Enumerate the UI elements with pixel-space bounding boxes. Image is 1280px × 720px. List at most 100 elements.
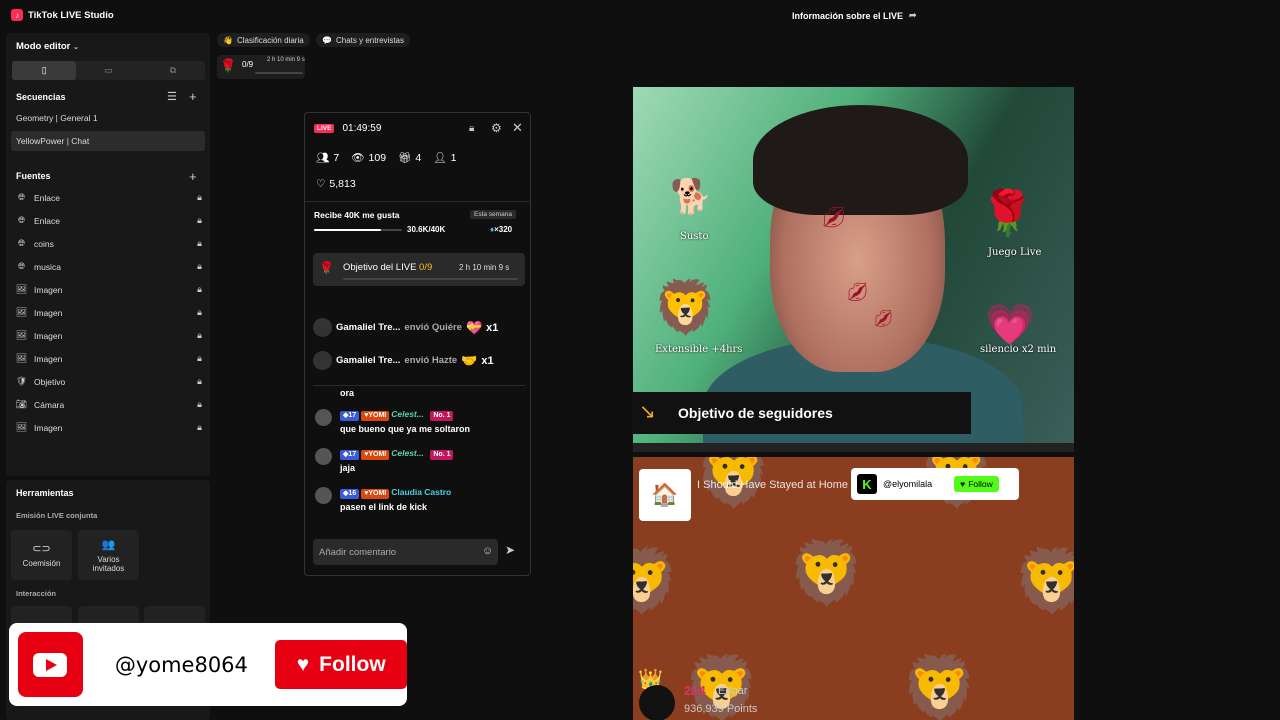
avatar — [315, 448, 332, 465]
lock-icon[interactable]: 🔒︎ — [194, 422, 205, 433]
kiss-icon: 💋︎ — [821, 207, 847, 229]
rose-icon: 🌹 — [319, 261, 334, 275]
gift-count: x1 — [486, 321, 499, 334]
fuente-item-left: 🌐︎ Enlace — [16, 215, 60, 226]
likes-goal-reward: ♦×320 — [490, 225, 512, 234]
likes-goal-value: 30.6K/40K — [407, 225, 446, 234]
level-badge: ◆17 — [340, 450, 360, 460]
secuencia-item-selected[interactable]: YellowPower | Chat — [11, 131, 205, 151]
fuente-item-label: coins — [34, 238, 54, 249]
send-icon[interactable]: ➤ — [505, 543, 515, 557]
fuente-item-left: 🌐︎ musica — [16, 261, 61, 272]
herramientas-title: Herramientas — [16, 488, 74, 498]
hand-gift-icon: 🤝 — [461, 352, 478, 368]
avatar — [313, 351, 332, 370]
fuente-item[interactable]: 🖼︎ Imagen 🔒︎ — [16, 416, 205, 439]
close-icon[interactable]: ✕ — [512, 120, 523, 136]
coemision-button[interactable]: ⊂⊃ Coemisión — [11, 530, 72, 580]
live-timer: 01:49:59 — [342, 123, 382, 134]
fan-badge: ♥YOMI — [361, 411, 390, 421]
lock-icon[interactable]: 🔒︎ — [194, 330, 205, 341]
fuente-item[interactable]: 📷︎ Cámara 🔒︎ — [16, 393, 205, 416]
list-icon[interactable]: ☰ — [167, 90, 177, 103]
chat-badges: ◆17 ♥YOMI Celest... No. 1 — [340, 448, 455, 460]
likes-goal-title: Recibe 40K me gusta — [314, 210, 400, 220]
lock-icon[interactable]: 🔒︎ — [194, 215, 205, 226]
sticker-label: Susto — [680, 231, 709, 242]
gift-event-row: Gamaliel Tre... envió Hazte 🤝 x1 — [313, 344, 525, 377]
chats-chip[interactable]: 💬 Chats y entrevistas — [316, 33, 410, 47]
fuente-item-label: Imagen — [34, 307, 63, 318]
heart-icon: ♥ — [960, 479, 966, 489]
lock-icon[interactable]: 🔒︎ — [194, 238, 205, 249]
varios-invitados-button[interactable]: 👥 Varios invitados — [78, 530, 139, 580]
fuente-item-label: Imagen — [34, 284, 63, 295]
landscape-icon: ▭ — [104, 65, 113, 75]
level-badge: ◆17 — [340, 411, 360, 421]
mode-editor-dropdown[interactable]: Modo editor ⌄ — [16, 41, 79, 52]
fuente-item[interactable]: 🖼︎ Imagen 🔒︎ — [16, 278, 205, 301]
goal-mini-progress: 0/9 — [242, 60, 254, 69]
add-secuencia-icon[interactable]: + — [189, 89, 197, 104]
dual-layout-icon: ⧉ — [169, 65, 177, 75]
image-icon: 🖼︎ — [15, 307, 28, 317]
app-title-text: TikTok LIVE Studio — [28, 9, 114, 21]
dual-mode-tab[interactable]: ⧉ — [141, 61, 205, 80]
top-bar — [0, 0, 1280, 32]
fuente-item-label: musica — [34, 261, 61, 272]
lock-icon[interactable]: 🔒︎ — [194, 376, 205, 387]
clasificacion-chip[interactable]: 👋 Clasificación diaria — [217, 33, 310, 47]
follows-stat: 👤︎ 1 — [433, 151, 457, 165]
chat-icon: 💬 — [322, 35, 332, 45]
fan-badge: ♥YOMI — [361, 489, 390, 499]
lock-icon[interactable]: 🔒︎ — [194, 307, 205, 318]
chat-message-text: pasen el link de kick — [340, 502, 428, 512]
fuente-item[interactable]: 🖼︎ Imagen 🔒︎ — [16, 347, 205, 370]
kick-follow-card: K @elyomilala ♥ Follow — [851, 468, 1019, 500]
globe-icon: 🌐︎ — [17, 192, 26, 202]
fuente-item[interactable]: 🖼︎ Imagen 🔒︎ — [16, 324, 205, 347]
chat-message: ◆17 ♥YOMI Celest... No. 1 jaja — [315, 448, 525, 487]
settings-icon[interactable]: ⚙ — [491, 121, 502, 135]
fuente-item[interactable]: 🌐︎ Enlace 🔒︎ — [16, 186, 205, 209]
lock-icon[interactable]: 🔒︎ — [194, 353, 205, 364]
lock-icon[interactable]: 🔒︎ — [194, 261, 205, 272]
fuente-item[interactable]: 🌐︎ coins 🔒︎ — [16, 232, 205, 255]
comment-input[interactable]: Añadir comentario ☺ — [313, 539, 498, 565]
level-value: 17 — [348, 451, 357, 458]
add-fuente-icon[interactable]: + — [189, 169, 197, 184]
fuente-item[interactable]: 🛡︎ Objetivo 🔒︎ — [16, 370, 205, 393]
portrait-mode-tab[interactable]: ▯ — [12, 61, 77, 80]
heart-icon: ♥ — [296, 652, 310, 676]
youtube-follow-button[interactable]: ♥ Follow — [275, 640, 407, 689]
gift-user: Gamaliel Tre... — [336, 355, 401, 366]
fuente-item[interactable]: 🖼︎ Imagen 🔒︎ — [16, 301, 205, 324]
fuente-item[interactable]: 🌐︎ musica 🔒︎ — [16, 255, 205, 278]
sticker-label: Extensible +4hrs — [655, 344, 743, 355]
chat-message: ◆16 ♥YOMI Claudia Castro pasen el link de k… — [315, 487, 525, 526]
level-value: 17 — [348, 412, 357, 419]
goal-mini-time: 2 h 10 min 9 s — [267, 57, 305, 63]
level-value: 16 — [348, 490, 357, 497]
gift-action: envió Hazte — [404, 355, 458, 366]
lock-icon[interactable]: 🔒︎ — [194, 192, 205, 203]
landscape-mode-tab[interactable]: ▭ — [76, 61, 140, 80]
kick-follow-button[interactable]: ♥ Follow — [954, 476, 999, 492]
lock-icon[interactable]: 🔒︎ — [469, 123, 474, 134]
info-live-link[interactable]: Información sobre el LIVE ➦ — [792, 10, 917, 21]
follows-count: 1 — [450, 151, 457, 164]
secuencia-item[interactable]: Geometry | General 1 — [11, 108, 205, 128]
fuente-item-left: 🖼︎ Imagen — [16, 353, 63, 364]
app-title: ♪ TikTok LIVE Studio — [11, 9, 114, 21]
layout-mode-tabs: ▯ ▭ ⧉ — [12, 61, 205, 80]
lock-icon[interactable]: 🔒︎ — [194, 284, 205, 295]
heart-outline-icon: ♡ — [316, 178, 326, 190]
mode-editor-label: Modo editor — [16, 41, 71, 52]
emoji-icon[interactable]: ☺ — [482, 545, 493, 557]
fuente-item-left: 🖼︎ Imagen — [15, 307, 63, 318]
chat-message-text: ora — [340, 388, 355, 398]
lock-icon[interactable]: 🔒︎ — [194, 399, 205, 410]
fuente-item-left: 🌐︎ coins — [16, 238, 54, 249]
live-objective-card[interactable]: 🌹 Objetivo del LIVE 0/9 2 h 10 min 9 s — [313, 253, 525, 286]
fuente-item[interactable]: 🌐︎ Enlace 🔒︎ — [16, 209, 205, 232]
